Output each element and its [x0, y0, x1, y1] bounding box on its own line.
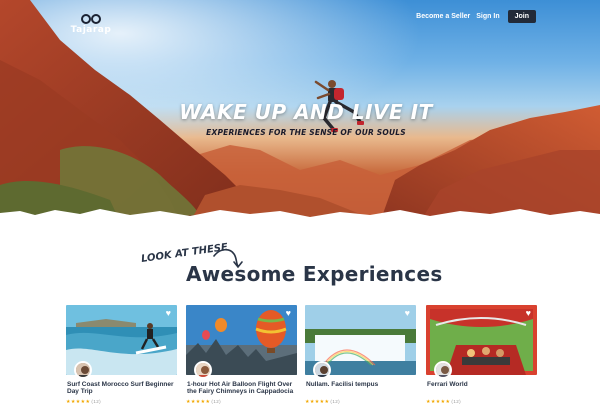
heart-icon[interactable]: ♥: [286, 308, 291, 318]
infinity-glasses-icon: [81, 14, 101, 24]
experience-card[interactable]: ♥ Surf Coast Morocco Surf Beginner Day T…: [66, 305, 177, 405]
heart-icon[interactable]: ♥: [166, 308, 171, 318]
torn-paper-divider: [0, 209, 600, 222]
card-title[interactable]: Nullam. Facilisi tempus: [305, 381, 416, 397]
experience-card[interactable]: ♥ Ferrari World ★★★★★(12): [426, 305, 537, 405]
section-title: Awesome Experiences: [186, 262, 443, 286]
experience-card[interactable]: ♥ Nullam. Facilisi tempus ★★★★★(12): [305, 305, 416, 405]
avatar: [434, 361, 452, 379]
avatar: [74, 361, 92, 379]
hero-headline: WAKE UP AND LIVE IT: [179, 100, 433, 124]
avatar: [194, 361, 212, 379]
brand-name: Tajarap: [70, 25, 112, 35]
become-seller-link[interactable]: Become a Seller: [416, 13, 470, 20]
hero-subheadline: EXPERIENCES FOR THE SENSE OF OUR SOULS: [206, 128, 406, 137]
heart-icon[interactable]: ♥: [405, 308, 410, 318]
card-title[interactable]: Surf Coast Morocco Surf Beginner Day Tri…: [66, 381, 177, 397]
experience-card[interactable]: ♥ 1-hour Hot Air Balloon Flight Over the…: [186, 305, 297, 405]
heart-icon[interactable]: ♥: [526, 308, 531, 318]
top-nav: Become a Seller Sign In Join: [416, 10, 536, 23]
card-title[interactable]: Ferrari World: [426, 381, 537, 397]
brand-logo[interactable]: Tajarap: [66, 14, 116, 35]
card-title[interactable]: 1-hour Hot Air Balloon Flight Over the F…: [186, 381, 297, 397]
join-button[interactable]: Join: [507, 10, 536, 23]
hero-banner: Tajarap Become a Seller Sign In Join WAK…: [0, 0, 600, 222]
avatar: [313, 361, 331, 379]
sign-in-link[interactable]: Sign In: [476, 13, 499, 20]
